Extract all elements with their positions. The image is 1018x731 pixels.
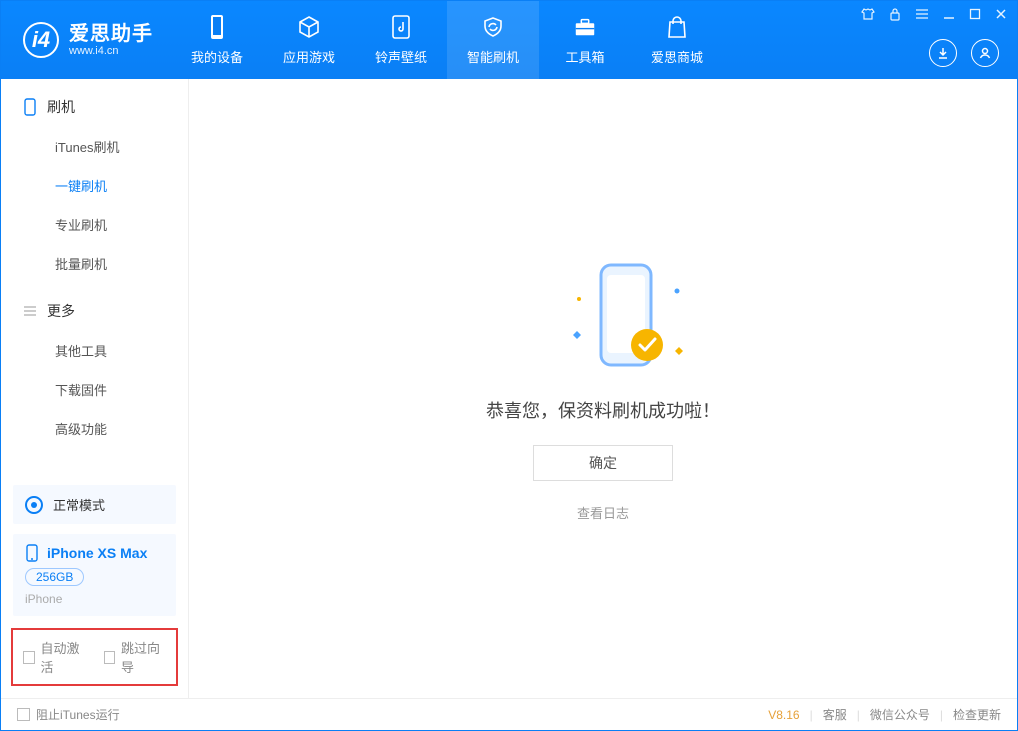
nav-tab-device[interactable]: 我的设备	[171, 1, 263, 79]
support-link[interactable]: 客服	[823, 706, 847, 723]
sidebar-item-download-firmware[interactable]: 下载固件	[1, 370, 188, 409]
mode-label: 正常模式	[53, 495, 105, 514]
app-logo: i4 爱思助手 www.i4.cn	[1, 1, 171, 79]
version-label: V8.16	[768, 708, 799, 722]
phone-icon	[205, 15, 229, 39]
nav-label: 应用游戏	[283, 47, 335, 66]
wechat-link[interactable]: 微信公众号	[870, 706, 930, 723]
shirt-icon[interactable]	[861, 7, 875, 21]
ok-button[interactable]: 确定	[533, 445, 673, 481]
checkbox-label: 阻止iTunes运行	[36, 706, 120, 723]
nav-tab-flash[interactable]: 智能刷机	[447, 1, 539, 79]
device-capacity: 256GB	[25, 568, 84, 586]
success-illustration	[543, 255, 663, 375]
checkbox-label: 跳过向导	[121, 638, 166, 676]
sidebar-item-pro-flash[interactable]: 专业刷机	[1, 205, 188, 244]
logo-subtitle: www.i4.cn	[69, 45, 153, 57]
maximize-icon[interactable]	[969, 8, 981, 20]
download-button[interactable]	[929, 39, 957, 67]
phone-outline-icon	[23, 98, 37, 116]
header-right-icons	[929, 39, 999, 67]
sidebar-item-batch-flash[interactable]: 批量刷机	[1, 244, 188, 283]
mode-indicator-icon	[25, 496, 43, 514]
logo-title: 爱思助手	[69, 23, 153, 45]
sidebar-item-other-tools[interactable]: 其他工具	[1, 331, 188, 370]
titlebar-controls	[861, 7, 1007, 21]
cube-icon	[297, 15, 321, 39]
sidebar-group-more: 更多	[1, 283, 188, 331]
nav-tab-apps[interactable]: 应用游戏	[263, 1, 355, 79]
mode-card[interactable]: 正常模式	[13, 485, 176, 524]
app-header: i4 爱思助手 www.i4.cn 我的设备 应用游戏 铃声壁纸	[1, 1, 1017, 79]
checkbox-skip-guide[interactable]: 跳过向导	[104, 638, 167, 676]
checkbox-icon	[23, 651, 35, 664]
nav-label: 我的设备	[191, 47, 243, 66]
nav-label: 爱思商城	[651, 47, 703, 66]
device-card[interactable]: iPhone XS Max 256GB iPhone	[13, 534, 176, 616]
menu-icon[interactable]	[915, 8, 929, 20]
music-file-icon	[389, 15, 413, 39]
sidebar: 刷机 iTunes刷机 一键刷机 专业刷机 批量刷机 更多 其他工具 下载固件 …	[1, 79, 189, 698]
checkbox-icon	[17, 708, 30, 721]
checkbox-auto-activate[interactable]: 自动激活	[23, 638, 86, 676]
close-icon[interactable]	[995, 8, 1007, 20]
nav-tabs: 我的设备 应用游戏 铃声壁纸 智能刷机 工具箱	[171, 1, 723, 79]
logo-icon: i4	[23, 22, 59, 58]
sidebar-item-itunes-flash[interactable]: iTunes刷机	[1, 127, 188, 166]
toolbox-icon	[573, 15, 597, 39]
status-bar: 阻止iTunes运行 V8.16 | 客服 | 微信公众号 | 检查更新	[1, 698, 1017, 730]
nav-tab-store[interactable]: 爱思商城	[631, 1, 723, 79]
device-phone-icon	[25, 544, 39, 562]
nav-label: 铃声壁纸	[375, 47, 427, 66]
device-name: iPhone XS Max	[47, 545, 147, 561]
nav-label: 工具箱	[565, 47, 604, 66]
check-update-link[interactable]: 检查更新	[953, 706, 1001, 723]
lock-icon[interactable]	[889, 7, 901, 21]
nav-label: 智能刷机	[467, 47, 519, 66]
list-icon	[23, 305, 37, 317]
user-button[interactable]	[971, 39, 999, 67]
view-log-link[interactable]: 查看日志	[577, 503, 629, 522]
sidebar-group-title: 更多	[47, 301, 75, 321]
sidebar-item-oneclick-flash[interactable]: 一键刷机	[1, 166, 188, 205]
nav-tab-ringtones[interactable]: 铃声壁纸	[355, 1, 447, 79]
sidebar-group-title: 刷机	[47, 97, 75, 117]
minimize-icon[interactable]	[943, 8, 955, 20]
checkbox-icon	[104, 651, 116, 664]
checkbox-label: 自动激活	[41, 638, 86, 676]
main-content: 恭喜您，保资料刷机成功啦！ 确定 查看日志	[189, 79, 1017, 698]
sidebar-item-advanced[interactable]: 高级功能	[1, 409, 188, 448]
nav-tab-toolbox[interactable]: 工具箱	[539, 1, 631, 79]
device-type: iPhone	[25, 592, 164, 606]
shopping-bag-icon	[665, 15, 689, 39]
sidebar-group-flash: 刷机	[1, 79, 188, 127]
bottom-options-highlight: 自动激活 跳过向导	[11, 628, 178, 686]
success-message: 恭喜您，保资料刷机成功啦！	[486, 397, 720, 423]
refresh-shield-icon	[481, 15, 505, 39]
checkbox-block-itunes[interactable]: 阻止iTunes运行	[17, 706, 120, 723]
device-panel: 正常模式 iPhone XS Max 256GB iPhone	[13, 485, 176, 616]
